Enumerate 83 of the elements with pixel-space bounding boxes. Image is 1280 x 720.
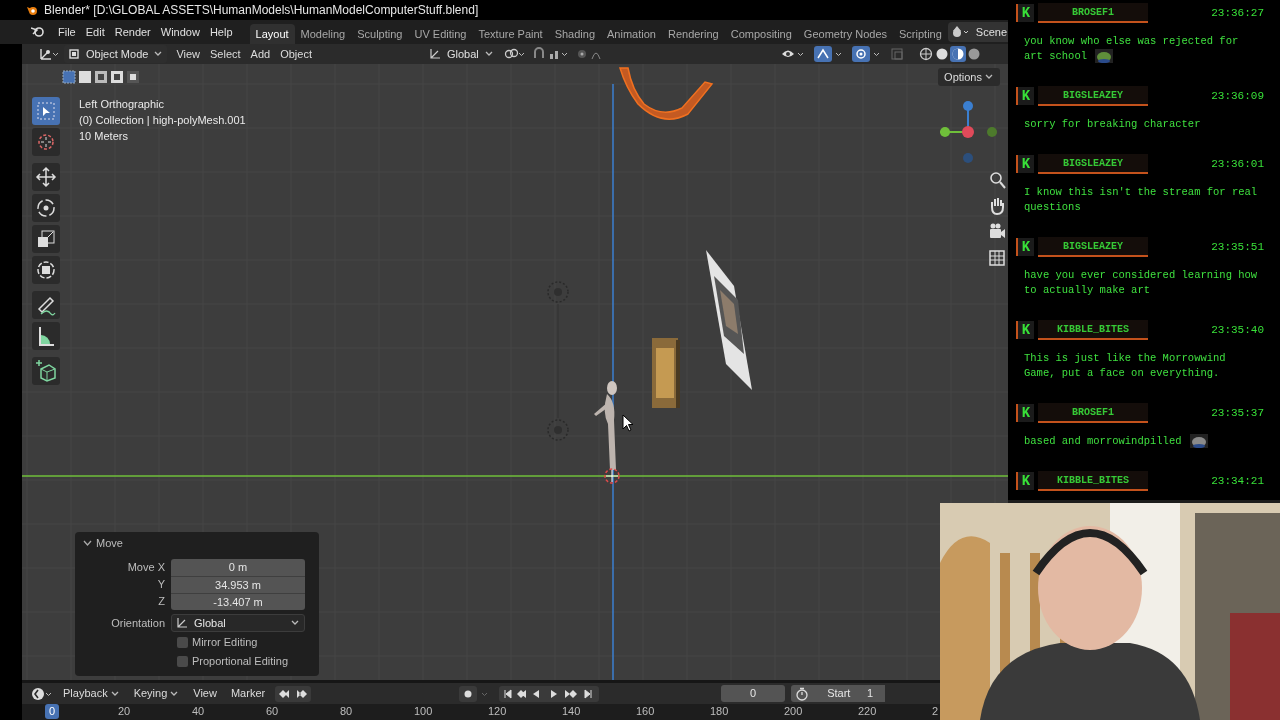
timeline-menu-item[interactable]: View (189, 685, 221, 702)
badge-icon: K (1016, 155, 1034, 173)
header-menu-item[interactable]: Object (275, 45, 317, 63)
chat-username: BIGSLEAZEY (1038, 154, 1148, 174)
number-field[interactable]: -13.407 m (171, 593, 305, 610)
chat-message: I know this isn't the stream for real questions (1023, 185, 1259, 215)
frame-number: 200 (784, 704, 803, 719)
frame-number: 0 (45, 704, 60, 719)
chat-timestamp: 23:35:51 (1211, 239, 1264, 255)
chat-timestamp: 23:36:09 (1211, 88, 1264, 104)
chat-message: based and morrowindpilled (1008, 434, 1280, 449)
workspace-tab[interactable]: Scripting (893, 24, 948, 44)
workspace-tab[interactable]: Sculpting (351, 24, 409, 44)
frame-number: 180 (710, 704, 729, 719)
chat-timestamp: 23:35:40 (1211, 322, 1264, 338)
frame-number: 100 (414, 704, 433, 719)
timeline-menu-item[interactable]: Marker (226, 685, 270, 702)
menu-item[interactable]: Window (155, 23, 205, 41)
chat-message: you know who else was rejected for art school (1023, 34, 1240, 64)
chat-timestamp: 23:36:27 (1211, 5, 1264, 21)
badge-icon: K (1016, 321, 1034, 339)
frame-number: 220 (858, 704, 877, 719)
badge-icon: K (1016, 404, 1034, 422)
field-label: Orientation (110, 615, 166, 631)
chat-username: KIBBLE_BITES (1038, 320, 1148, 340)
header-menu-item[interactable]: Select (205, 45, 246, 63)
timeline-dropdown[interactable]: Keying (129, 685, 184, 702)
viewport-info-text: (0) Collection | high-polyMesh.001 (79, 113, 246, 128)
checkbox-label[interactable]: Mirror Editing (192, 634, 258, 651)
frame-number: 160 (636, 704, 655, 719)
options-button[interactable]: Options (938, 68, 1000, 86)
chat-username: BROSEF1 (1038, 403, 1148, 423)
timeline-dropdown[interactable]: Playback (59, 685, 124, 702)
workspace-tab[interactable]: Compositing (724, 24, 798, 44)
workspace-tab[interactable]: Modeling (294, 24, 352, 44)
menu-item[interactable]: Help (204, 23, 238, 41)
window-title: Blender* [D:\GLOBAL ASSETS\HumanModels\HumanModelComputerStuff.blend] (44, 2, 479, 19)
frame-number: 2 (932, 704, 939, 719)
chat-message: sorry for breaking character (1023, 117, 1202, 132)
header-menu-item[interactable]: Add (245, 45, 276, 63)
workspace-tab[interactable]: Geometry Nodes (797, 24, 893, 44)
chat-timestamp: 23:35:37 (1211, 405, 1264, 421)
workspace-tab[interactable]: Layout (249, 24, 295, 44)
field-label: Move X (126, 560, 166, 576)
field-label: Z (157, 594, 166, 610)
frame-number: 140 (562, 704, 581, 719)
frame-number: 80 (340, 704, 353, 719)
frame-number: 60 (266, 704, 279, 719)
badge-icon: K (1016, 238, 1034, 256)
workspace-tab[interactable]: Shading (548, 24, 602, 44)
field-label: Y (156, 577, 166, 593)
chat-timestamp: 23:34:21 (1211, 473, 1264, 489)
number-field[interactable]: 0 m (171, 559, 305, 576)
orientation-dropdown[interactable]: Global (171, 614, 305, 632)
badge-icon: K (1016, 4, 1034, 22)
frame-number: 120 (488, 704, 507, 719)
viewport-info-text: 10 Meters (79, 129, 129, 144)
chat-username: BIGSLEAZEY (1038, 86, 1148, 106)
orientation-dropdown[interactable]: Global (427, 45, 496, 63)
chat-username: BIGSLEAZEY (1038, 237, 1148, 257)
chat-username: BROSEF1 (1038, 3, 1148, 23)
frame-number: 20 (118, 704, 131, 719)
workspace-tab[interactable]: Texture Paint (472, 24, 549, 44)
checkbox-label[interactable]: Proportional Editing (192, 653, 288, 670)
badge-icon: K (1016, 472, 1034, 490)
badge-icon: K (1016, 87, 1034, 105)
chat-message: This is just like the Morrowwind Game, put a face on everything. (1023, 351, 1227, 381)
chat-username: KIBBLE_BITES (1038, 471, 1148, 491)
current-frame-field[interactable]: 0 (721, 685, 786, 702)
viewport-info-text: Left Orthographic (79, 97, 165, 112)
frame-number: 40 (192, 704, 205, 719)
chat-message: have you ever considered learning how to actually make art (1023, 268, 1259, 298)
workspace-tab[interactable]: Rendering (661, 24, 725, 44)
menu-item[interactable]: File (53, 23, 81, 41)
header-menu-item[interactable]: View (171, 45, 206, 63)
workspace-tab[interactable]: UV Editing (408, 24, 473, 44)
chat-timestamp: 23:36:01 (1211, 156, 1264, 172)
menu-item[interactable]: Render (109, 23, 156, 41)
panel-title[interactable]: Move (96, 534, 123, 552)
workspace-tab[interactable]: Animation (601, 24, 662, 44)
menu-item[interactable]: Edit (80, 23, 110, 41)
number-field[interactable]: 34.953 m (171, 576, 305, 593)
start-frame-field[interactable]: Start 1 (791, 685, 886, 702)
